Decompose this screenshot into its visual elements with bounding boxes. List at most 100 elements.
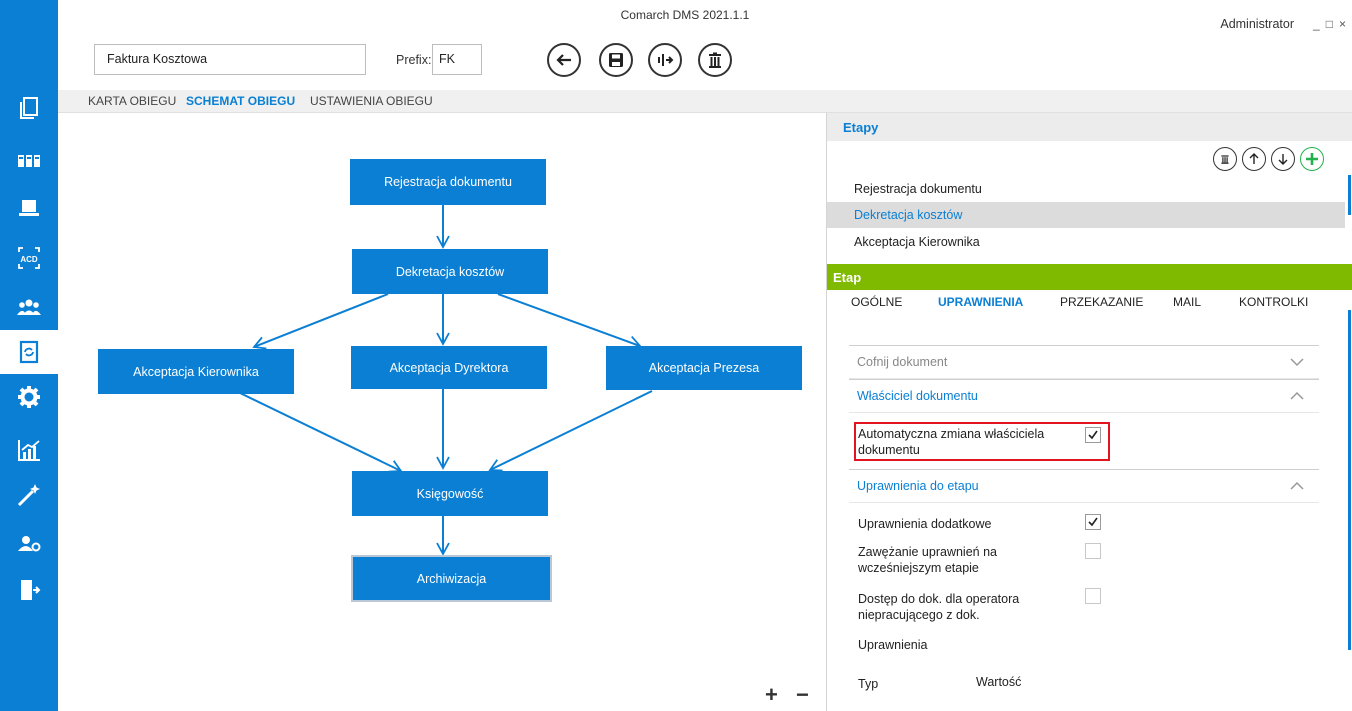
uprawnienia-label: Uprawnienia <box>858 638 928 652</box>
etapy-toolbar <box>1213 147 1324 171</box>
users-icon <box>17 299 41 315</box>
sidebar-item-workflow[interactable] <box>0 330 58 374</box>
subtab-mail[interactable]: MAIL <box>1173 295 1201 309</box>
workflow-name-input[interactable]: Faktura Kosztowa <box>94 44 366 75</box>
chevron-up-icon <box>1290 391 1304 400</box>
ocr-icon: ACD <box>18 247 40 269</box>
node-akceptacja-dyrektora[interactable]: Akceptacja Dyrektora <box>351 346 547 389</box>
dostep-checkbox[interactable] <box>1085 588 1101 604</box>
uprawnienia-dodatkowe-checkbox[interactable] <box>1085 514 1101 530</box>
zawezanie-checkbox[interactable] <box>1085 543 1101 559</box>
ocr-icon-label: ACD <box>20 255 38 264</box>
sidebar-item-ocr[interactable]: ACD <box>0 236 58 280</box>
plus-icon <box>1306 153 1318 165</box>
laptop-icon <box>19 200 39 216</box>
column-header-wartosc[interactable]: Wartość <box>976 674 1021 690</box>
node-rejestracja-dokumentu[interactable]: Rejestracja dokumentu <box>350 159 546 205</box>
delete-icon <box>1221 155 1229 164</box>
delete-button[interactable] <box>698 43 732 77</box>
zoom-in-button[interactable]: + <box>765 682 778 708</box>
exit-icon <box>21 580 41 600</box>
stage-list-scrollbar[interactable] <box>1348 175 1351 215</box>
chart-icon <box>18 440 40 461</box>
sidebar-item-admin[interactable] <box>0 521 58 565</box>
stage-list-item[interactable]: Akceptacja Kierownika <box>827 229 1345 255</box>
etap-header: Etap <box>827 264 1352 290</box>
properties-panel: Etapy Rejestracja dokumentu Dekretacja k… <box>826 113 1352 711</box>
checkmark-icon <box>1088 430 1098 440</box>
subtab-ogolne[interactable]: OGÓLNE <box>851 295 902 309</box>
tab-schemat-obiegu[interactable]: SCHEMAT OBIEGU <box>186 94 295 108</box>
back-button[interactable] <box>547 43 581 77</box>
save-button[interactable] <box>599 43 633 77</box>
prefix-input[interactable]: FK <box>432 44 482 75</box>
chevron-down-icon <box>1290 358 1304 367</box>
node-archiwizacja[interactable]: Archiwizacja <box>351 555 552 602</box>
delete-stage-button[interactable] <box>1213 147 1237 171</box>
section-cofnij-dokument[interactable]: Cofnij dokument <box>849 345 1319 379</box>
prefix-label: Prefix: <box>396 53 432 67</box>
sidebar-item-reports[interactable] <box>0 428 58 472</box>
checkmark-icon <box>1088 517 1098 527</box>
documents-icon <box>20 97 38 119</box>
save-icon <box>609 53 623 67</box>
stage-list-item[interactable]: Rejestracja dokumentu <box>827 176 1345 202</box>
back-icon <box>556 54 571 66</box>
node-akceptacja-prezesa[interactable]: Akceptacja Prezesa <box>606 346 802 390</box>
section-wlasciciel-dokumentu[interactable]: Właściciel dokumentu <box>849 379 1319 413</box>
subtab-przekazanie[interactable]: PRZEKAZANIE <box>1060 295 1143 309</box>
chevron-up-icon <box>1290 481 1304 490</box>
maximize-button[interactable]: □ <box>1326 17 1333 31</box>
delete-icon <box>709 52 721 68</box>
section-title: Uprawnienia do etapu <box>857 479 979 493</box>
sidebar-item-logout[interactable] <box>0 568 58 612</box>
auto-owner-checkbox[interactable] <box>1085 427 1101 443</box>
workflow-diagram[interactable]: Rejestracja dokumentu Dekretacja kosztów… <box>58 113 826 711</box>
zoom-out-button[interactable]: − <box>796 682 809 708</box>
window-controls: _ □ × <box>1313 17 1346 31</box>
auto-owner-label: Automatyczna zmiana właściciela dokument… <box>858 427 1045 457</box>
connector-prezes-ksiegowosc <box>488 390 653 472</box>
connector-dekretacja-kierownik <box>252 293 389 350</box>
window-title: Comarch DMS 2021.1.1 <box>620 8 750 22</box>
connector-kierownik-ksiegowosc <box>237 391 403 473</box>
publish-button[interactable] <box>648 43 682 77</box>
tab-ustawienia-obiegu[interactable]: USTAWIENIA OBIEGU <box>310 94 433 108</box>
node-dekretacja-kosztow[interactable]: Dekretacja kosztów <box>352 249 548 294</box>
node-akceptacja-kierownika[interactable]: Akceptacja Kierownika <box>98 349 294 394</box>
magic-wand-icon <box>17 484 40 507</box>
node-ksiegowosc[interactable]: Księgowość <box>352 471 548 516</box>
close-button[interactable]: × <box>1339 17 1346 31</box>
main-tabs: KARTA OBIEGU SCHEMAT OBIEGU USTAWIENIA O… <box>58 90 1352 113</box>
add-stage-button[interactable] <box>1300 147 1324 171</box>
app-window: ACD Comarch DMS 2021.1.1 Administrator _… <box>0 0 1352 711</box>
workflow-document-icon <box>19 340 39 364</box>
sidebar-item-documents[interactable] <box>0 86 58 130</box>
field-zawezanie-label: Zawężanie uprawnień na wcześniejszym eta… <box>858 545 997 575</box>
move-down-button[interactable] <box>1271 147 1295 171</box>
subtab-uprawnienia[interactable]: UPRAWNIENIA <box>938 295 1023 309</box>
field-dostep-label: Dostęp do dok. dla operatora niepracując… <box>858 592 1020 622</box>
move-up-button[interactable] <box>1242 147 1266 171</box>
sidebar-item-settings[interactable] <box>0 375 58 419</box>
gear-icon <box>18 386 40 408</box>
arrow-up-icon <box>1249 153 1259 164</box>
publish-icon <box>658 54 674 66</box>
sidebar-item-users[interactable] <box>0 285 58 329</box>
minimize-button[interactable]: _ <box>1313 17 1320 31</box>
tab-karta-obiegu[interactable]: KARTA OBIEGU <box>88 94 176 108</box>
sidebar: ACD <box>0 0 58 711</box>
subtab-kontrolki[interactable]: KONTROLKI <box>1239 295 1308 309</box>
kanban-icon <box>18 155 40 167</box>
etapy-header: Etapy <box>827 113 1352 141</box>
sidebar-item-wizard[interactable] <box>0 473 58 517</box>
sidebar-item-workstation[interactable] <box>0 186 58 230</box>
properties-scrollbar[interactable] <box>1348 310 1351 650</box>
column-header-typ[interactable]: Typ <box>858 676 878 692</box>
section-uprawnienia-do-etapu[interactable]: Uprawnienia do etapu <box>849 469 1319 503</box>
connector-dekretacja-prezes <box>497 293 642 349</box>
user-name[interactable]: Administrator <box>1220 17 1294 31</box>
sidebar-item-kanban[interactable] <box>0 140 58 184</box>
arrow-down-icon <box>1278 154 1288 165</box>
stage-list-item-selected[interactable]: Dekretacja kosztów <box>827 202 1345 228</box>
